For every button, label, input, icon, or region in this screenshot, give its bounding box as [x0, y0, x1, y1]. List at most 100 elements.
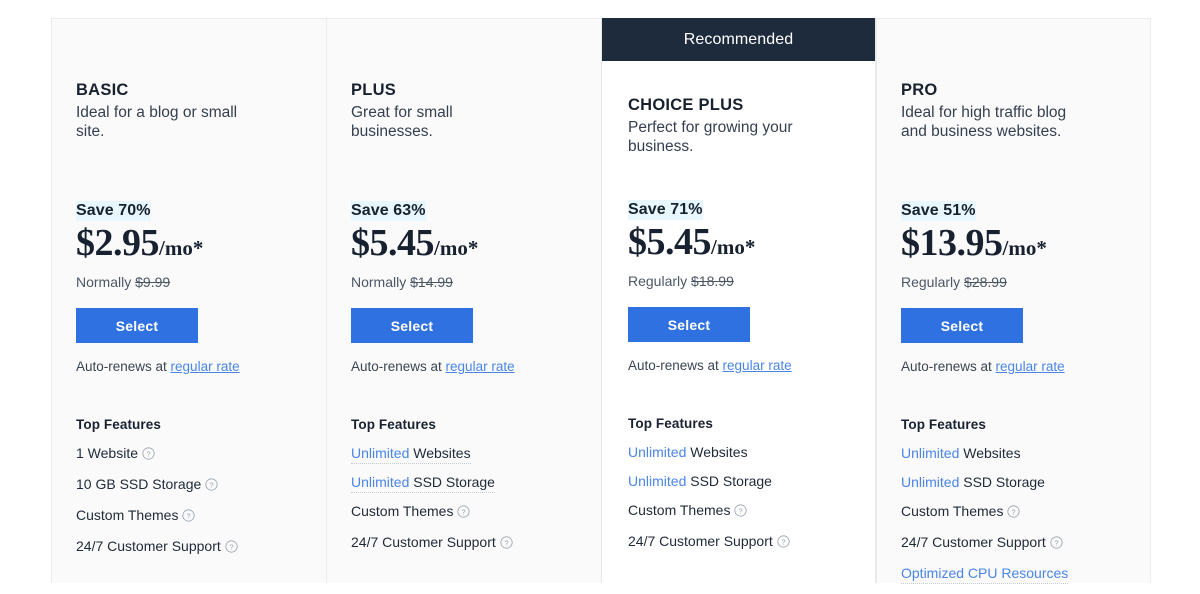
regular-rate-link-plus[interactable]: regular rate [446, 359, 515, 374]
feature-item: Optimized CPU Resources [901, 565, 1142, 594]
feature-row: Unlimited SSD Storage [901, 474, 1142, 490]
feature-label: 24/7 Customer Support [351, 534, 496, 550]
feature-highlight[interactable]: Unlimited [351, 474, 409, 490]
feature-highlight[interactable]: Unlimited [901, 474, 959, 490]
price-period-choice-plus: /mo* [711, 235, 756, 259]
feature-row: 24/7 Customer Support? [76, 538, 318, 556]
feature-row: Unlimited Websites [901, 445, 1142, 461]
svg-text:?: ? [187, 511, 191, 520]
plan-description-pro: Ideal for high traffic blog and business… [901, 103, 1067, 141]
regular-rate-link-pro[interactable]: regular rate [996, 359, 1065, 374]
regular-rate-link-choice-plus[interactable]: regular rate [723, 358, 792, 373]
price-block-plus: Save 63% $5.45/mo* Normally $14.99 Select Au… [351, 201, 591, 375]
feature-row: Custom Themes? [351, 503, 593, 521]
info-icon[interactable]: ? [457, 505, 471, 521]
info-icon[interactable]: ? [182, 509, 196, 525]
svg-text:?: ? [229, 542, 233, 551]
info-icon[interactable]: ? [142, 447, 155, 463]
autorenew-note-choice-plus: Auto-renews at regular rate [628, 358, 865, 374]
price-block-pro: Save 51% $13.95/mo* Regularly $28.99 Select… [901, 201, 1140, 375]
plan-header-plus: PLUS Great for small businesses. [327, 19, 601, 142]
feature-highlight[interactable]: Unlimited [901, 445, 959, 461]
features-block-choice-plus: Top Features Unlimited Websites Unlimited … [628, 416, 867, 564]
original-price-line-plus: Normally $14.99 [351, 273, 591, 291]
feature-label: 24/7 Customer Support [901, 534, 1046, 550]
feature-highlight[interactable]: Unlimited [351, 445, 409, 461]
info-icon[interactable]: ? [1007, 505, 1021, 521]
feature-label: Websites [686, 444, 748, 460]
feature-highlight[interactable]: Optimized CPU Resources [901, 565, 1068, 581]
features-heading-choice-plus: Top Features [628, 416, 713, 431]
plan-name-plus: PLUS [351, 81, 397, 99]
autorenew-prefix: Auto-renews at [628, 358, 723, 373]
info-icon[interactable]: ? [734, 504, 748, 520]
plan-header-basic: BASIC Ideal for a blog or small site. [52, 19, 326, 142]
feature-row[interactable]: Unlimited SSD Storage [351, 474, 495, 493]
save-badge-basic: Save 70% [76, 201, 151, 221]
plan-description-basic: Ideal for a blog or small site. [76, 103, 238, 141]
feature-row: 1 Website? [76, 445, 318, 463]
features-block-pro: Top Features Unlimited Websites Unlimited … [901, 417, 1142, 594]
feature-row[interactable]: Optimized CPU Resources [901, 565, 1069, 584]
pricing-table: BASIC Ideal for a blog or small site. Save… [51, 18, 1152, 584]
price-line-pro: $13.95/mo* [901, 224, 1140, 270]
price-line-plus: $5.45/mo* [351, 224, 591, 270]
feature-label: Websites [959, 445, 1021, 461]
features-heading-basic: Top Features [76, 417, 161, 432]
price-block-basic: Save 70% $2.95/mo* Normally $9.99 Select Aut… [76, 201, 316, 375]
plan-name-choice-plus: CHOICE PLUS [628, 96, 744, 114]
recommended-label: Recommended [683, 30, 794, 48]
svg-text:?: ? [1012, 507, 1016, 516]
recommended-ribbon: Recommended [602, 18, 875, 61]
feature-row: 24/7 Customer Support? [901, 534, 1142, 552]
original-price-prefix: Regularly [901, 274, 965, 290]
info-icon[interactable]: ? [205, 478, 218, 494]
info-icon[interactable]: ? [500, 536, 513, 552]
feature-label: Custom Themes [76, 507, 179, 523]
price-period-basic: /mo* [159, 236, 204, 260]
price-line-basic: $2.95/mo* [76, 224, 316, 270]
price-amount-choice-plus: $5.45 [628, 221, 712, 263]
feature-label: 24/7 Customer Support [76, 538, 221, 554]
save-badge-plus: Save 63% [351, 201, 426, 221]
select-button-pro[interactable]: Select [901, 308, 1023, 343]
select-button-basic[interactable]: Select [76, 308, 198, 343]
regular-rate-link-basic[interactable]: regular rate [171, 359, 240, 374]
original-price-line-basic: Normally $9.99 [76, 273, 316, 291]
original-price-line-choice-plus: Regularly $18.99 [628, 272, 865, 290]
feature-row: 10 GB SSD Storage? [76, 476, 318, 494]
feature-row[interactable]: Unlimited Websites [351, 445, 471, 464]
save-badge-choice-plus: Save 71% [628, 200, 703, 220]
feature-highlight[interactable]: Unlimited [628, 444, 686, 460]
autorenew-note-plus: Auto-renews at regular rate [351, 359, 591, 375]
svg-text:?: ? [210, 480, 214, 489]
feature-label: Custom Themes [901, 503, 1004, 519]
info-icon[interactable]: ? [225, 540, 238, 556]
plan-description-choice-plus: Perfect for growing your business. [628, 118, 793, 156]
info-icon[interactable]: ? [1050, 536, 1063, 552]
original-price-value: $28.99 [964, 274, 1007, 290]
select-button-choice-plus[interactable]: Select [628, 307, 750, 342]
select-button-plus[interactable]: Select [351, 308, 473, 343]
autorenew-prefix: Auto-renews at [351, 359, 446, 374]
feature-row: Custom Themes? [901, 503, 1142, 521]
original-price-value: $14.99 [410, 274, 453, 290]
plan-card-pro: PRO Ideal for high traffic blog and busin… [876, 18, 1151, 584]
autorenew-prefix: Auto-renews at [901, 359, 996, 374]
plan-card-plus: PLUS Great for small businesses. Save 63% $… [326, 18, 601, 583]
price-block-choice-plus: Save 71% $5.45/mo* Regularly $18.99 Select A… [628, 200, 865, 374]
feature-row: 24/7 Customer Support? [351, 534, 593, 552]
info-icon[interactable]: ? [777, 535, 790, 551]
original-price-value: $9.99 [135, 274, 171, 290]
svg-text:?: ? [781, 537, 785, 546]
feature-label: 24/7 Customer Support [628, 533, 773, 549]
original-price-line-pro: Regularly $28.99 [901, 273, 1140, 291]
features-block-basic: Top Features 1 Website? 10 GB SSD Storage?… [76, 417, 318, 569]
feature-row: Custom Themes? [76, 507, 318, 525]
original-price-prefix: Regularly [628, 273, 692, 289]
svg-text:?: ? [462, 507, 466, 516]
feature-highlight[interactable]: Unlimited [628, 473, 686, 489]
plan-card-basic: BASIC Ideal for a blog or small site. Save… [51, 18, 326, 583]
